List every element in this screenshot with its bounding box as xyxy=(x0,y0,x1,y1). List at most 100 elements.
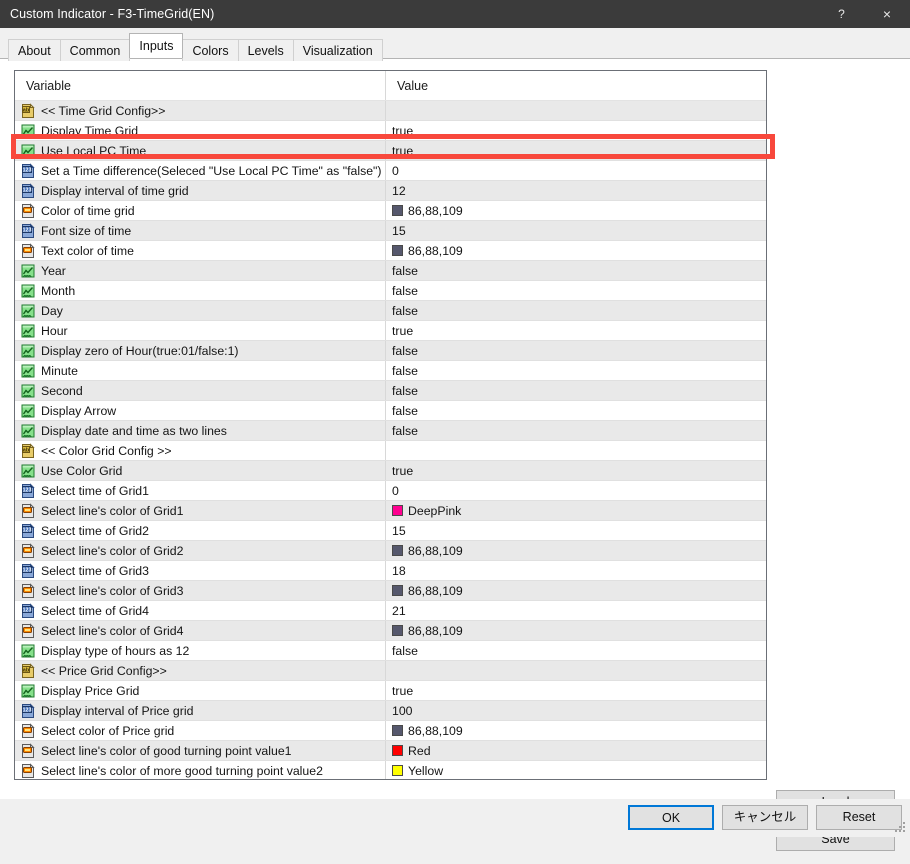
table-row[interactable]: Month false xyxy=(15,281,766,301)
variable-cell[interactable]: Text color of time xyxy=(15,241,386,260)
variable-cell[interactable]: 123 Select time of Grid3 xyxy=(15,561,386,580)
value-cell[interactable]: false xyxy=(386,341,766,360)
value-cell[interactable]: true xyxy=(386,121,766,140)
variable-cell[interactable]: 123 Display interval of Price grid xyxy=(15,701,386,720)
variable-cell[interactable]: Display Time Grid xyxy=(15,121,386,140)
inputs-grid[interactable]: Variable Value ab << Time Grid Config>> Di… xyxy=(14,70,767,780)
value-cell[interactable]: false xyxy=(386,281,766,300)
value-cell[interactable]: 18 xyxy=(386,561,766,580)
table-row[interactable]: 123 Font size of time 15 xyxy=(15,221,766,241)
variable-cell[interactable]: Display zero of Hour(true:01/false:1) xyxy=(15,341,386,360)
table-row[interactable]: Display zero of Hour(true:01/false:1) fal… xyxy=(15,341,766,361)
value-cell[interactable]: 0 xyxy=(386,161,766,180)
table-row[interactable]: Use Local PC Time true xyxy=(15,141,766,161)
cancel-button[interactable]: キャンセル xyxy=(722,805,808,830)
value-cell[interactable]: 21 xyxy=(386,601,766,620)
variable-cell[interactable]: Color of time grid xyxy=(15,201,386,220)
table-row[interactable]: Select line's color of Grid3 86,88,109 xyxy=(15,581,766,601)
variable-cell[interactable]: Select line's color of Grid2 xyxy=(15,541,386,560)
table-row[interactable]: Day false xyxy=(15,301,766,321)
table-row[interactable]: Text color of time 86,88,109 xyxy=(15,241,766,261)
table-row[interactable]: Display Time Grid true xyxy=(15,121,766,141)
tab-inputs[interactable]: Inputs xyxy=(129,33,184,58)
value-cell[interactable]: 86,88,109 xyxy=(386,621,766,640)
variable-cell[interactable]: Use Color Grid xyxy=(15,461,386,480)
variable-cell[interactable]: 123 Set a Time difference(Seleced "Use Lo… xyxy=(15,161,386,180)
variable-cell[interactable]: ab << Time Grid Config>> xyxy=(15,101,386,120)
variable-cell[interactable]: Select line's color of good turning poin… xyxy=(15,741,386,760)
table-row[interactable]: 123 Select time of Grid1 0 xyxy=(15,481,766,501)
table-row[interactable]: Second false xyxy=(15,381,766,401)
value-cell[interactable] xyxy=(386,661,766,680)
variable-cell[interactable]: Select line's color of Grid1 xyxy=(15,501,386,520)
variable-cell[interactable]: 123 Font size of time xyxy=(15,221,386,240)
table-row[interactable]: Minute false xyxy=(15,361,766,381)
table-row[interactable]: ab << Color Grid Config >> xyxy=(15,441,766,461)
table-row[interactable]: Color of time grid 86,88,109 xyxy=(15,201,766,221)
value-cell[interactable]: 15 xyxy=(386,521,766,540)
table-row[interactable]: Display Price Grid true xyxy=(15,681,766,701)
value-cell[interactable] xyxy=(386,441,766,460)
table-row[interactable]: Year false xyxy=(15,261,766,281)
tab-levels[interactable]: Levels xyxy=(237,39,294,61)
value-cell[interactable]: Red xyxy=(386,741,766,760)
table-row[interactable]: Select line's color of Grid1 DeepPink xyxy=(15,501,766,521)
value-cell[interactable]: false xyxy=(386,421,766,440)
value-cell[interactable]: false xyxy=(386,361,766,380)
variable-cell[interactable]: Minute xyxy=(15,361,386,380)
value-cell[interactable]: true xyxy=(386,681,766,700)
variable-cell[interactable]: Display date and time as two lines xyxy=(15,421,386,440)
table-row[interactable]: Use Color Grid true xyxy=(15,461,766,481)
variable-cell[interactable]: Display type of hours as 12 xyxy=(15,641,386,660)
value-cell[interactable]: false xyxy=(386,381,766,400)
ok-button[interactable]: OK xyxy=(628,805,714,830)
variable-cell[interactable]: 123 Select time of Grid2 xyxy=(15,521,386,540)
variable-cell[interactable]: Display Arrow xyxy=(15,401,386,420)
value-cell[interactable]: DeepPink xyxy=(386,501,766,520)
value-cell[interactable]: 0 xyxy=(386,481,766,500)
value-cell[interactable]: true xyxy=(386,321,766,340)
tab-visualization[interactable]: Visualization xyxy=(292,39,383,61)
reset-button[interactable]: Reset xyxy=(816,805,902,830)
variable-cell[interactable]: Month xyxy=(15,281,386,300)
variable-cell[interactable]: 123 Select time of Grid4 xyxy=(15,601,386,620)
resize-grip-icon[interactable] xyxy=(895,822,907,834)
variable-cell[interactable]: 123 Select time of Grid1 xyxy=(15,481,386,500)
variable-cell[interactable]: 123 Display interval of time grid xyxy=(15,181,386,200)
variable-cell[interactable]: Day xyxy=(15,301,386,320)
table-row[interactable]: Display type of hours as 12 false xyxy=(15,641,766,661)
variable-cell[interactable]: Second xyxy=(15,381,386,400)
value-cell[interactable]: true xyxy=(386,141,766,160)
table-row[interactable]: 123 Select time of Grid3 18 xyxy=(15,561,766,581)
tab-about[interactable]: About xyxy=(8,39,61,61)
variable-cell[interactable]: ab << Color Grid Config >> xyxy=(15,441,386,460)
variable-cell[interactable]: Select line's color of Grid4 xyxy=(15,621,386,640)
value-cell[interactable]: Yellow xyxy=(386,761,766,779)
table-row[interactable]: Select line's color of more good turning… xyxy=(15,761,766,779)
value-cell[interactable]: true xyxy=(386,461,766,480)
tab-common[interactable]: Common xyxy=(59,39,131,61)
value-cell[interactable]: 12 xyxy=(386,181,766,200)
variable-cell[interactable]: Select line's color of Grid3 xyxy=(15,581,386,600)
value-cell[interactable]: 100 xyxy=(386,701,766,720)
value-cell[interactable]: 86,88,109 xyxy=(386,581,766,600)
variable-cell[interactable]: Select line's color of more good turning… xyxy=(15,761,386,779)
tab-colors[interactable]: Colors xyxy=(182,39,239,61)
table-row[interactable]: Select line's color of good turning poin… xyxy=(15,741,766,761)
value-cell[interactable]: 86,88,109 xyxy=(386,541,766,560)
variable-cell[interactable]: Select color of Price grid xyxy=(15,721,386,740)
table-row[interactable]: Hour true xyxy=(15,321,766,341)
table-row[interactable]: Display Arrow false xyxy=(15,401,766,421)
close-icon[interactable]: × xyxy=(864,0,910,28)
table-row[interactable]: 123 Display interval of Price grid 100 xyxy=(15,701,766,721)
help-icon[interactable]: ? xyxy=(819,0,864,28)
variable-cell[interactable]: Display Price Grid xyxy=(15,681,386,700)
variable-cell[interactable]: ab << Price Grid Config>> xyxy=(15,661,386,680)
table-row[interactable]: 123 Set a Time difference(Seleced "Use Lo… xyxy=(15,161,766,181)
table-row[interactable]: 123 Display interval of time grid 12 xyxy=(15,181,766,201)
table-row[interactable]: Select line's color of Grid4 86,88,109 xyxy=(15,621,766,641)
value-cell[interactable]: 86,88,109 xyxy=(386,201,766,220)
table-row[interactable]: Select color of Price grid 86,88,109 xyxy=(15,721,766,741)
variable-cell[interactable]: Year xyxy=(15,261,386,280)
value-cell[interactable]: false xyxy=(386,641,766,660)
